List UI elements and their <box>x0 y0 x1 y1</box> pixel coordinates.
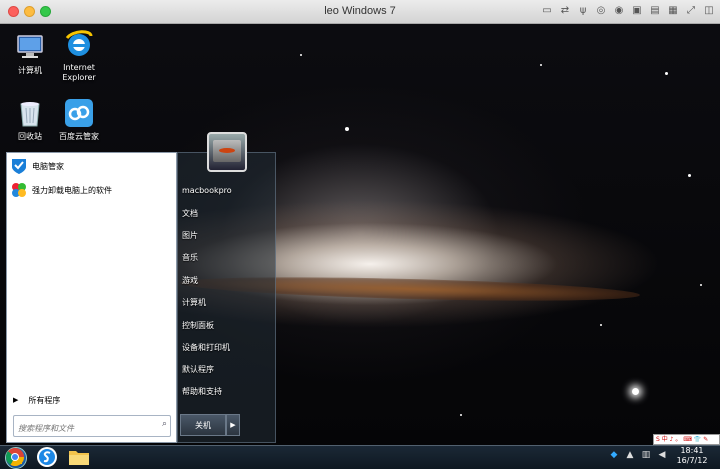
start-menu-link-pictures[interactable]: 图片 <box>182 230 198 242</box>
display-icon[interactable]: ▭ <box>540 4 554 18</box>
desktop-icon-label: Internet <box>63 63 95 72</box>
start-search-box[interactable]: ⌕ <box>13 415 171 438</box>
recycle-bin-icon <box>13 96 47 130</box>
tencent-pc-manager-icon <box>10 157 28 175</box>
file-explorer-icon <box>69 451 89 465</box>
user-account-picture[interactable] <box>207 132 247 172</box>
start-menu-item-label: 电脑管家 <box>32 161 64 171</box>
start-menu-link-help-support[interactable]: 帮助和支持 <box>182 386 222 398</box>
start-menu-item-label: 强力卸载电脑上的软件 <box>32 185 112 195</box>
start-menu-link-devices-printers[interactable]: 设备和打印机 <box>182 342 230 354</box>
star <box>700 284 702 286</box>
shutdown-button[interactable]: 关机 <box>180 414 226 436</box>
start-menu-places-pane: macbookpro 文档 图片 音乐 游戏 计算机 控制面板 设备和打印机 默… <box>177 152 276 443</box>
star <box>345 127 349 131</box>
start-menu-item-uninstall-software[interactable]: 强力卸载电脑上的软件 <box>10 179 170 201</box>
star <box>460 414 462 416</box>
desktop-icon-label: Explorer <box>62 73 96 82</box>
baidu-cloud-icon <box>62 96 96 130</box>
user-picture-accent <box>219 148 235 153</box>
start-menu-link-computer[interactable]: 计算机 <box>182 297 206 309</box>
printer-icon[interactable]: ▤ <box>648 4 662 18</box>
star <box>540 64 542 66</box>
vm-toolbar: ▭ ⇄ ψ ◎ ◉ ▣ ▤ ▦ ⤢ ◫ <box>540 4 716 18</box>
start-menu-user-name[interactable]: macbookpro <box>182 185 232 197</box>
show-hidden-icons-icon[interactable]: ▲ <box>624 449 636 461</box>
taskbar-clock[interactable]: 18:41 16/7/12 <box>672 446 712 466</box>
taskbar-app-sogou-browser[interactable] <box>34 446 60 468</box>
start-menu-link-control-panel[interactable]: 控制面板 <box>182 320 214 332</box>
language-bar[interactable]: S 中 ♪ 。 ⌨ 👕 ✎ <box>653 434 720 445</box>
taskbar-app-file-explorer[interactable] <box>66 446 92 468</box>
chrome-icon <box>5 448 25 467</box>
sogou-browser-icon <box>37 447 57 467</box>
start-menu-link-documents[interactable]: 文档 <box>182 208 198 220</box>
search-icon[interactable]: ⌕ <box>162 419 167 429</box>
start-menu-link-default-programs[interactable]: 默认程序 <box>182 364 214 376</box>
taskbar-app-chrome[interactable] <box>2 446 28 468</box>
volume-icon[interactable]: ◀ <box>656 449 668 461</box>
usb-icon[interactable]: ψ <box>576 4 590 18</box>
star <box>688 174 691 177</box>
all-programs-label: 所有程序 <box>28 395 61 405</box>
start-menu-programs-pane: 电脑管家 强力卸载电脑上的软件 ▶ 所有程序 ⌕ <box>6 152 177 443</box>
system-tray: ◆ ▲ ▥ ◀ <box>608 449 668 461</box>
start-menu-item-pc-manager[interactable]: 电脑管家 <box>10 155 170 177</box>
clock-date: 16/7/12 <box>676 456 708 465</box>
cd-icon[interactable]: ◎ <box>594 4 608 18</box>
start-search-input[interactable] <box>18 419 154 438</box>
star <box>665 72 668 75</box>
clock-time: 18:41 <box>680 446 704 455</box>
right-arrow-icon: ▶ <box>13 396 19 404</box>
network-icon[interactable]: ⇄ <box>558 4 572 18</box>
all-programs-button[interactable]: ▶ 所有程序 <box>9 393 173 407</box>
star <box>300 54 302 56</box>
star <box>632 388 639 395</box>
start-menu-link-music[interactable]: 音乐 <box>182 252 198 264</box>
tencent-pc-manager-tray-icon[interactable]: ◆ <box>608 449 620 461</box>
desktop-icon-internet-explorer[interactable]: Internet Explorer <box>49 27 109 83</box>
computer-icon <box>13 30 47 64</box>
sound-icon[interactable]: ◉ <box>612 4 626 18</box>
shared-folder-icon[interactable]: ▣ <box>630 4 644 18</box>
start-menu-link-games[interactable]: 游戏 <box>182 275 198 287</box>
network-tray-icon[interactable]: ▥ <box>640 449 652 461</box>
vm-window-titlebar: leo Windows 7 ▭ ⇄ ψ ◎ ◉ ▣ ▤ ▦ ⤢ ◫ <box>0 0 720 24</box>
uninstall-software-icon <box>10 181 28 199</box>
desktop-icon-label: 百度云管家 <box>59 132 99 141</box>
shutdown-options-button[interactable]: ▶ <box>226 414 240 436</box>
internet-explorer-icon <box>62 27 96 61</box>
fullscreen-icon[interactable]: ⤢ <box>684 4 698 18</box>
scale-icon[interactable]: ◫ <box>702 4 716 18</box>
keyboard-icon[interactable]: ▦ <box>666 4 680 18</box>
star <box>600 324 602 326</box>
desktop-icon-baidu-cloud[interactable]: 百度云管家 <box>49 96 109 142</box>
